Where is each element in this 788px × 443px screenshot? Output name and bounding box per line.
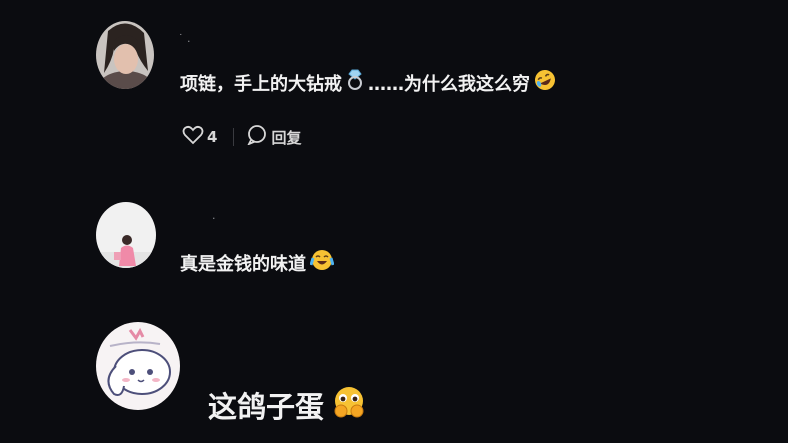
reply-button[interactable]: 回复	[246, 125, 301, 149]
ring-icon	[346, 69, 364, 96]
comment-text: 这鸽子蛋	[208, 384, 366, 426]
reply-label: 回复	[271, 128, 302, 147]
comment-actions: 4 回复	[182, 125, 301, 149]
username[interactable]: ˙ .	[178, 32, 191, 45]
speech-bubble-icon	[246, 125, 268, 149]
like-count: 4	[207, 128, 218, 146]
avatar[interactable]	[96, 21, 154, 89]
like-button[interactable]: 4	[182, 125, 217, 149]
comment-text: 真是金钱的味道	[180, 249, 335, 276]
pleading-hands-icon	[332, 386, 366, 425]
divider	[233, 128, 235, 146]
comment-text: 项链，手上的大钻戒 ……为什么我这么穷	[180, 69, 556, 96]
avatar[interactable]	[96, 322, 180, 410]
heart-icon	[182, 125, 204, 149]
avatar[interactable]	[96, 202, 156, 268]
username[interactable]: ·	[212, 212, 216, 225]
crying-laugh-icon	[309, 249, 335, 276]
rolling-laugh-icon	[534, 69, 556, 96]
